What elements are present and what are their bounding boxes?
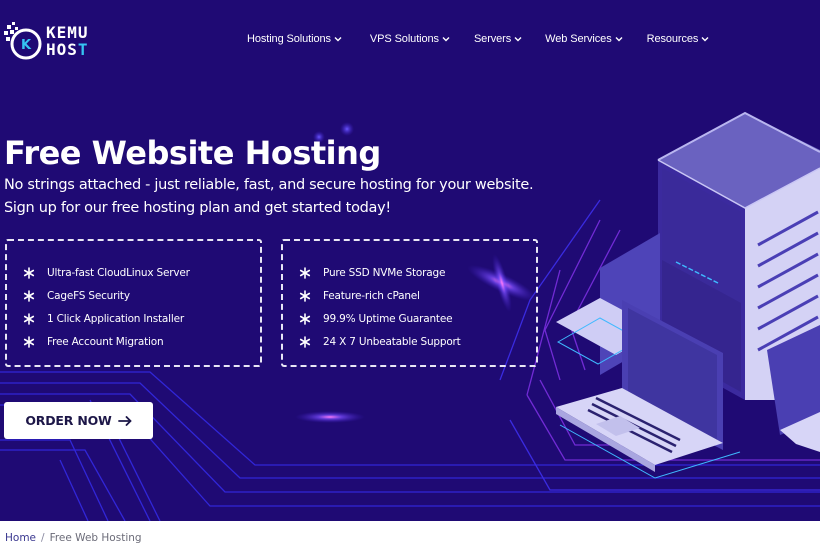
brand-logo[interactable]: K KEMU HOST bbox=[4, 20, 104, 62]
hero-subtitle: No strings attached - just reliable, fas… bbox=[4, 174, 534, 220]
svg-text:K: K bbox=[21, 38, 32, 53]
chevron-down-icon bbox=[701, 37, 709, 42]
brand-name-line2-accent: T bbox=[77, 40, 89, 59]
chevron-down-icon bbox=[334, 37, 342, 42]
page-title: Free Website Hosting bbox=[4, 134, 381, 172]
main-nav: Hosting Solutions VPS Solutions Servers … bbox=[247, 33, 709, 45]
snowflake-icon bbox=[23, 312, 35, 325]
chevron-down-icon bbox=[514, 37, 522, 42]
feature-list-right: Pure SSD NVMe Storage Feature-rich cPane… bbox=[281, 239, 538, 367]
nav-item-resources[interactable]: Resources bbox=[647, 33, 710, 45]
nav-item-label: Resources bbox=[646, 33, 699, 45]
snowflake-icon bbox=[23, 335, 35, 348]
nav-item-label: Web Services bbox=[545, 33, 612, 45]
hero-section: K KEMU HOST Hosting Solutions VPS Soluti… bbox=[0, 0, 820, 521]
nav-item-label: VPS Solutions bbox=[369, 33, 439, 45]
brand-name-line2: HOST bbox=[46, 41, 89, 58]
snowflake-icon bbox=[299, 312, 311, 325]
feature-label: 24 X 7 Unbeatable Support bbox=[323, 335, 461, 348]
chevron-down-icon bbox=[615, 37, 623, 42]
feature-list-left: Ultra-fast CloudLinux Server CageFS Secu… bbox=[5, 239, 262, 367]
brand-name-line1: KEMU bbox=[46, 23, 89, 42]
snowflake-icon bbox=[299, 266, 311, 279]
brand-name: KEMU HOST bbox=[46, 24, 89, 58]
feature-item: Pure SSD NVMe Storage bbox=[299, 261, 536, 284]
breadcrumb-home-link[interactable]: Home bbox=[5, 532, 36, 544]
order-now-label: ORDER NOW bbox=[25, 413, 112, 428]
hero-subtitle-line2: Sign up for our free hosting plan and ge… bbox=[4, 200, 391, 216]
feature-label: Pure SSD NVMe Storage bbox=[323, 266, 446, 279]
feature-item: 1 Click Application Installer bbox=[23, 307, 260, 330]
feature-label: CageFS Security bbox=[47, 289, 130, 302]
logo-mark-icon: K bbox=[4, 22, 42, 60]
snowflake-icon bbox=[23, 266, 35, 279]
feature-item: CageFS Security bbox=[23, 284, 260, 307]
arrow-right-icon bbox=[117, 415, 132, 426]
hero-subtitle-line1: No strings attached - just reliable, fas… bbox=[4, 177, 534, 193]
snowflake-icon bbox=[23, 289, 35, 302]
feature-item: Feature-rich cPanel bbox=[299, 284, 536, 307]
breadcrumb-separator: / bbox=[41, 532, 45, 544]
feature-item: 99.9% Uptime Guarantee bbox=[299, 307, 536, 330]
snowflake-icon bbox=[299, 335, 311, 348]
nav-item-vps-solutions[interactable]: VPS Solutions bbox=[370, 33, 450, 45]
feature-item: 24 X 7 Unbeatable Support bbox=[299, 330, 536, 353]
breadcrumb-current: Free Web Hosting bbox=[49, 532, 142, 544]
nav-item-label: Servers bbox=[473, 33, 512, 45]
feature-label: Ultra-fast CloudLinux Server bbox=[47, 266, 190, 279]
breadcrumb: Home / Free Web Hosting bbox=[5, 532, 142, 544]
feature-label: 1 Click Application Installer bbox=[47, 312, 184, 325]
order-now-button[interactable]: ORDER NOW bbox=[4, 402, 153, 439]
nav-item-label: Hosting Solutions bbox=[247, 33, 331, 45]
chevron-down-icon bbox=[442, 37, 450, 42]
feature-label: 99.9% Uptime Guarantee bbox=[323, 312, 453, 325]
feature-item: Free Account Migration bbox=[23, 330, 260, 353]
snowflake-icon bbox=[299, 289, 311, 302]
nav-item-web-services[interactable]: Web Services bbox=[545, 33, 623, 45]
feature-label: Free Account Migration bbox=[47, 335, 164, 348]
nav-item-servers[interactable]: Servers bbox=[474, 33, 522, 45]
feature-item: Ultra-fast CloudLinux Server bbox=[23, 261, 260, 284]
feature-label: Feature-rich cPanel bbox=[323, 289, 420, 302]
nav-item-hosting-solutions[interactable]: Hosting Solutions bbox=[247, 33, 342, 45]
brand-name-line2-prefix: HOS bbox=[46, 40, 78, 59]
